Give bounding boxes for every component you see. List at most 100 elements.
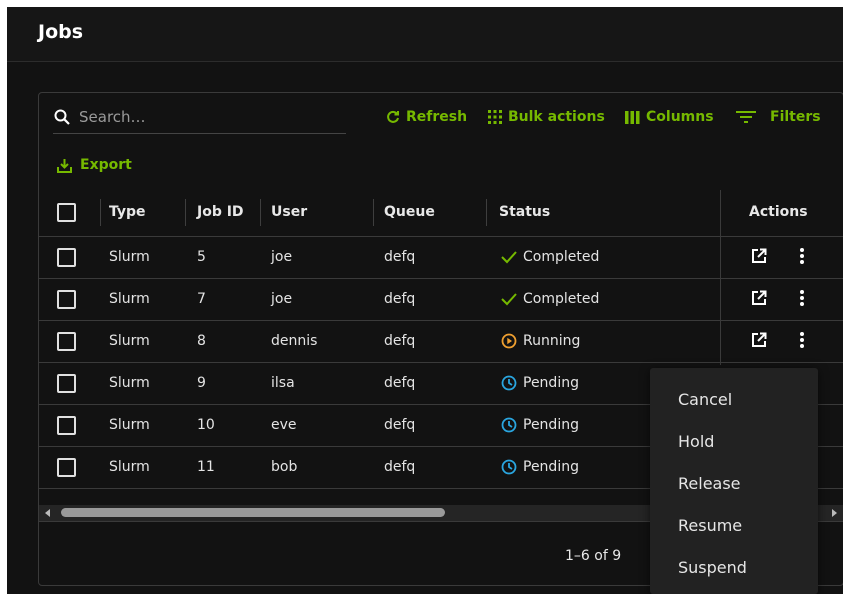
status-text: Completed: [523, 291, 600, 307]
cell-job-id: 5: [197, 249, 206, 265]
scroll-left-icon[interactable]: [45, 509, 51, 517]
cell-status: Completed: [501, 249, 599, 265]
check-icon: [501, 251, 517, 264]
row-checkbox[interactable]: [57, 458, 76, 477]
open-in-new-icon: [752, 332, 767, 347]
open-in-new-icon: [752, 290, 767, 305]
search-input[interactable]: Search…: [53, 101, 346, 134]
header-type[interactable]: Type: [109, 204, 146, 220]
columns-button[interactable]: Columns: [625, 109, 714, 125]
status-text: Running: [523, 333, 581, 349]
open-in-new-button[interactable]: [751, 290, 767, 310]
cell-user: joe: [271, 291, 293, 307]
columns-label: Columns: [646, 109, 714, 125]
cell-status: Completed: [501, 291, 599, 307]
more-vert-icon: [800, 248, 804, 264]
scrollbar-thumb[interactable]: [61, 508, 445, 517]
filters-label: Filters: [770, 109, 821, 125]
column-separator: [185, 199, 186, 226]
more-vert-icon: [800, 290, 804, 306]
menu-item-hold[interactable]: Hold: [678, 432, 714, 451]
refresh-label: Refresh: [406, 109, 468, 125]
open-in-new-button[interactable]: [751, 332, 767, 352]
menu-item-release[interactable]: Release: [678, 474, 741, 493]
cell-status: Pending: [501, 417, 579, 433]
header-queue[interactable]: Queue: [384, 204, 435, 220]
refresh-icon: [387, 110, 399, 123]
pagination-range: 1–6 of 9: [565, 548, 622, 564]
cell-queue: defq: [384, 249, 416, 265]
bulk-actions-label: Bulk actions: [508, 109, 605, 125]
menu-item-suspend[interactable]: Suspend: [678, 558, 747, 577]
header-job-id[interactable]: Job ID: [197, 204, 244, 220]
filter-icon: [736, 111, 756, 123]
more-options-button[interactable]: [799, 289, 805, 311]
scroll-right-icon[interactable]: [831, 509, 837, 517]
more-vert-icon: [800, 332, 804, 348]
open-in-new-icon: [752, 248, 767, 263]
select-all-checkbox[interactable]: [57, 203, 76, 222]
clock-icon: [501, 417, 517, 433]
header-status[interactable]: Status: [499, 204, 550, 220]
cell-status: Running: [501, 333, 580, 349]
table-row[interactable]: Slurm 7 joe defq Completed: [39, 279, 843, 321]
column-separator: [486, 199, 487, 226]
more-options-button[interactable]: [799, 331, 805, 353]
cell-job-id: 11: [197, 459, 215, 475]
table-row[interactable]: Slurm 8 dennis defq Running: [39, 321, 843, 363]
cell-type: Slurm: [109, 459, 150, 475]
cell-queue: defq: [384, 375, 416, 391]
cell-status: Pending: [501, 459, 579, 475]
status-text: Completed: [523, 249, 600, 265]
cell-user: dennis: [271, 333, 318, 349]
header-actions: Actions: [749, 204, 808, 220]
cell-type: Slurm: [109, 375, 150, 391]
cell-job-id: 10: [197, 417, 215, 433]
cell-type: Slurm: [109, 291, 150, 307]
open-in-new-button[interactable]: [751, 248, 767, 268]
row-checkbox[interactable]: [57, 248, 76, 267]
row-checkbox[interactable]: [57, 374, 76, 393]
row-actions-menu: Cancel Hold Release Resume Suspend: [650, 368, 818, 594]
cell-type: Slurm: [109, 333, 150, 349]
row-checkbox[interactable]: [57, 416, 76, 435]
menu-item-resume[interactable]: Resume: [678, 516, 742, 535]
status-text: Pending: [523, 459, 579, 475]
grid-dots-icon: [488, 110, 502, 124]
cell-job-id: 7: [197, 291, 206, 307]
menu-item-cancel[interactable]: Cancel: [678, 390, 732, 409]
cell-queue: defq: [384, 459, 416, 475]
cell-queue: defq: [384, 291, 416, 307]
header-user[interactable]: User: [271, 204, 307, 220]
search-icon: [54, 109, 70, 125]
page-title: Jobs: [38, 21, 84, 43]
column-separator: [373, 199, 374, 226]
cell-user: eve: [271, 417, 297, 433]
cell-job-id: 9: [197, 375, 206, 391]
cell-job-id: 8: [197, 333, 206, 349]
export-button[interactable]: Export: [57, 157, 132, 173]
column-separator: [260, 199, 261, 226]
cell-status: Pending: [501, 375, 579, 391]
more-options-button[interactable]: [799, 247, 805, 269]
export-label: Export: [80, 157, 132, 173]
clock-icon: [501, 375, 517, 391]
cell-queue: defq: [384, 333, 416, 349]
row-checkbox[interactable]: [57, 290, 76, 309]
cell-queue: defq: [384, 417, 416, 433]
cell-user: joe: [271, 249, 293, 265]
cell-type: Slurm: [109, 249, 150, 265]
table-header: Type Job ID User Queue Status Actions: [39, 190, 843, 237]
check-icon: [501, 293, 517, 306]
title-bar: Jobs: [7, 7, 843, 62]
table-row[interactable]: Slurm 5 joe defq Completed: [39, 237, 843, 279]
refresh-button[interactable]: Refresh: [386, 109, 467, 125]
play-circle-icon: [501, 333, 517, 349]
filters-button[interactable]: Filters: [736, 109, 821, 125]
columns-icon: [625, 110, 640, 124]
cell-user: bob: [271, 459, 298, 475]
row-checkbox[interactable]: [57, 332, 76, 351]
bulk-actions-button[interactable]: Bulk actions: [488, 109, 605, 125]
cell-user: ilsa: [271, 375, 295, 391]
status-text: Pending: [523, 375, 579, 391]
